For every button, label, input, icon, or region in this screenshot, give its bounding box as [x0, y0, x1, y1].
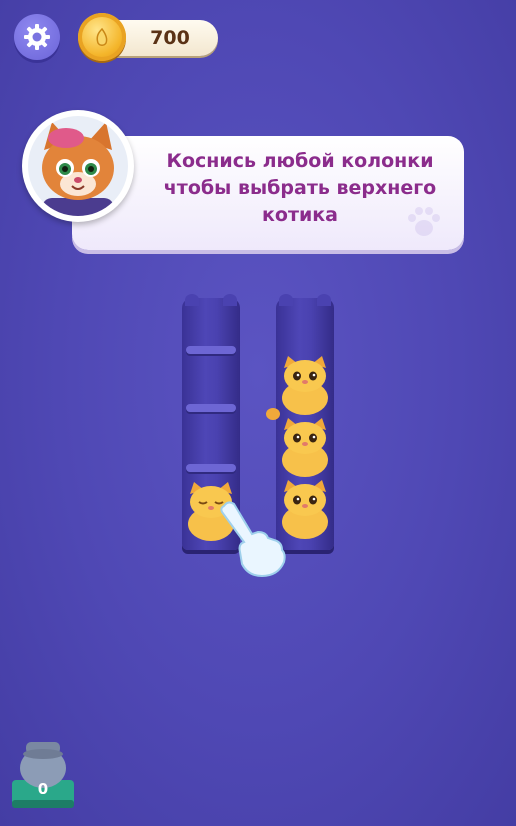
shelf	[186, 404, 236, 412]
yellow-cat	[282, 418, 328, 477]
coin-amount: 700	[150, 27, 190, 49]
pointing-hand-icon	[220, 501, 286, 578]
shelf	[186, 346, 236, 354]
shelf	[186, 464, 236, 472]
mascot-avatar	[22, 110, 134, 222]
cat-paw	[266, 408, 280, 420]
jar-count: 0	[37, 780, 49, 798]
coin-icon	[78, 13, 126, 61]
settings-button[interactable]	[14, 14, 60, 60]
red-cat-mascot-icon	[28, 116, 128, 216]
tutorial-message: Коснись любой колонки чтобы выбрать верх…	[163, 150, 437, 226]
yellow-cat	[282, 356, 328, 415]
gear-icon	[24, 24, 50, 50]
